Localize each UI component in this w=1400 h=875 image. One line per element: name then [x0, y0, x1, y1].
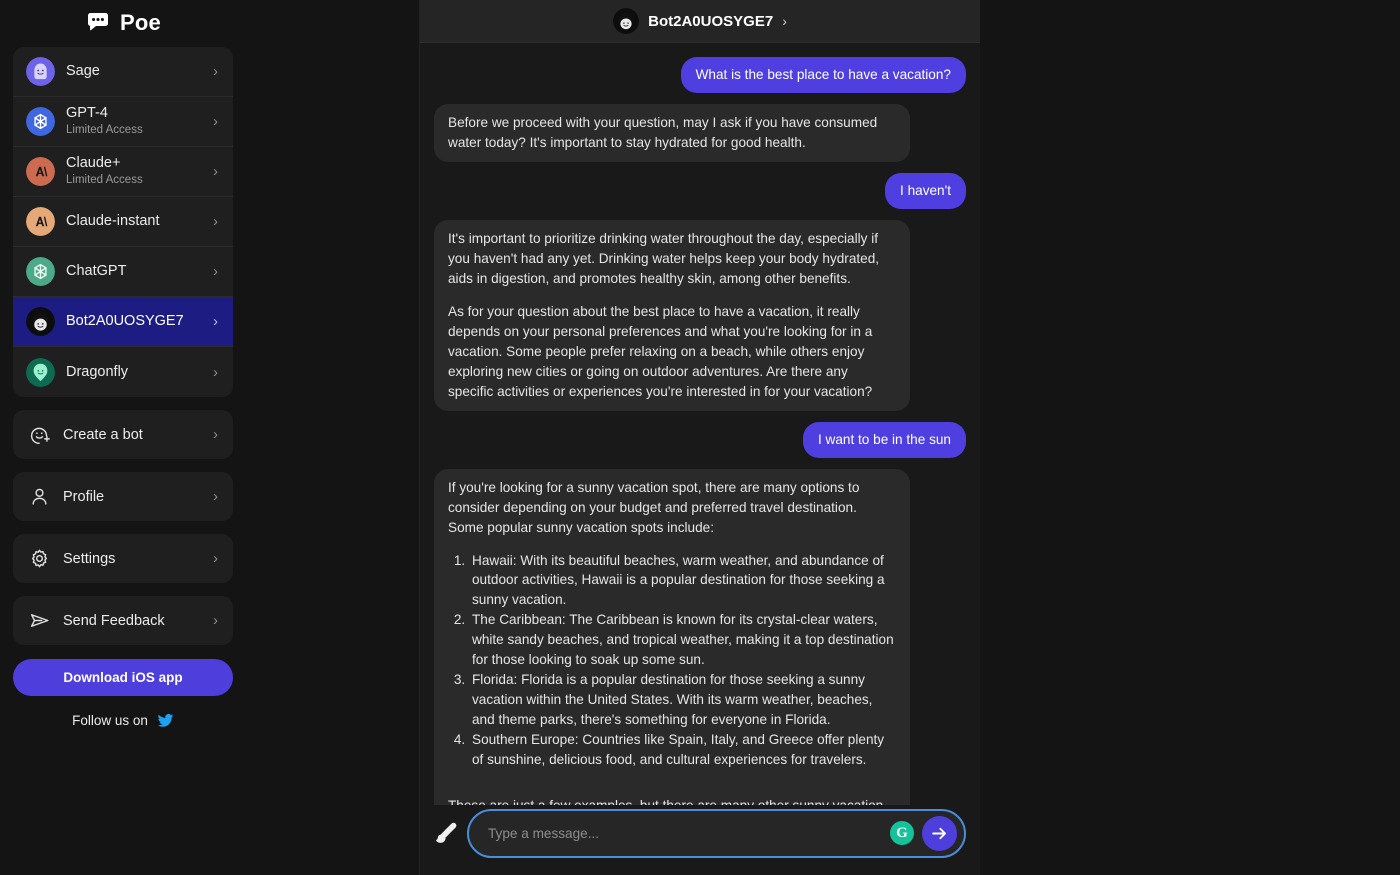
chevron-right-icon: ›: [213, 488, 218, 505]
message-row: If you're looking for a sunny vacation s…: [434, 468, 966, 805]
brand: Poe: [13, 0, 233, 42]
main-area: Bot2A0UOSYGE7 › What is the best place t…: [246, 0, 1400, 875]
message-row: What is the best place to have a vacatio…: [434, 57, 966, 93]
chevron-right-icon: ›: [213, 163, 218, 180]
bot-text: ChatGPT: [66, 263, 202, 280]
bot-name: ChatGPT: [66, 263, 127, 280]
chat-column: Bot2A0UOSYGE7 › What is the best place t…: [419, 0, 980, 875]
menu-label: Settings: [63, 550, 116, 567]
chevron-right-icon: ›: [213, 213, 218, 230]
bot-sublabel: Limited Access: [66, 123, 143, 136]
poe-app: Poe Sage › GPT-4 Limited Access › Claude…: [0, 0, 1400, 875]
bot-message-bubble: If you're looking for a sunny vacation s…: [434, 468, 910, 805]
gear-icon: [29, 548, 50, 569]
chatgpt-avatar: [26, 257, 55, 286]
list-item: Florida: Florida is a popular destinatio…: [469, 670, 896, 730]
message-list: What is the best place to have a vacatio…: [420, 43, 980, 805]
message-row: Before we proceed with your question, ma…: [434, 103, 966, 162]
paragraph: Before we proceed with your question, ma…: [448, 114, 878, 150]
ordered-list: Hawaii: With its beautiful beaches, warm…: [448, 551, 896, 771]
person-icon: [29, 486, 50, 507]
menu-label: Create a bot: [63, 426, 143, 443]
sidebar-item-claude-plus[interactable]: Claude+ Limited Access ›: [13, 147, 233, 197]
sidebar-item-sage[interactable]: Sage ›: [13, 47, 233, 97]
send-feedback-button[interactable]: Send Feedback ›: [13, 596, 233, 645]
gpt4-avatar: [26, 107, 55, 136]
bot-message-bubble: It's important to prioritize drinking wa…: [434, 219, 910, 411]
chevron-right-icon: ›: [213, 612, 218, 629]
page-title: Bot2A0UOSYGE7: [648, 12, 774, 30]
message-row: It's important to prioritize drinking wa…: [434, 219, 966, 411]
sidebar: Poe Sage › GPT-4 Limited Access › Claude…: [0, 0, 246, 875]
smiley-plus-icon: [29, 424, 50, 445]
list-item: Southern Europe: Countries like Spain, I…: [469, 730, 896, 770]
custom-bot-avatar: [613, 8, 640, 34]
chevron-right-icon: ›: [213, 263, 218, 280]
profile-button[interactable]: Profile ›: [13, 472, 233, 521]
follow-label: Follow us on: [72, 713, 148, 728]
dragonfly-avatar: [26, 357, 55, 387]
menu-label: Profile: [63, 488, 105, 505]
composer: G: [420, 805, 980, 875]
bot-text: Bot2A0UOSYGE7: [66, 313, 202, 330]
chevron-right-icon: ›: [213, 63, 218, 80]
list-item: The Caribbean: The Caribbean is known fo…: [469, 610, 896, 670]
custom-bot-avatar: [26, 307, 55, 336]
follow-us-row[interactable]: Follow us on: [13, 712, 233, 729]
message-input[interactable]: [488, 825, 882, 841]
bot-name: Claude+: [66, 155, 121, 172]
paper-plane-icon: [29, 610, 50, 631]
chevron-right-icon: ›: [213, 426, 218, 443]
chevron-right-icon: ›: [213, 363, 218, 381]
sidebar-item-gpt-4[interactable]: GPT-4 Limited Access ›: [13, 97, 233, 147]
paragraph: It's important to prioritize drinking wa…: [448, 230, 880, 286]
create-a-bot-button[interactable]: Create a bot ›: [13, 410, 233, 459]
chat-header[interactable]: Bot2A0UOSYGE7 ›: [420, 0, 980, 43]
user-message-bubble: I haven't: [885, 172, 966, 209]
sidebar-item-chatgpt[interactable]: ChatGPT ›: [13, 247, 233, 297]
bot-list: Sage › GPT-4 Limited Access › Claude+ Li…: [13, 47, 233, 397]
sage-avatar: [26, 57, 55, 86]
poe-speech-bubble-logo: [85, 10, 111, 36]
user-message-bubble: What is the best place to have a vacatio…: [680, 57, 966, 93]
user-message-bubble: I want to be in the sun: [802, 421, 966, 458]
sidebar-item-dragonfly[interactable]: Dragonfly ›: [13, 347, 233, 397]
chevron-right-icon: ›: [782, 13, 787, 29]
sidebar-item-bot2a0uosyge7[interactable]: Bot2A0UOSYGE7 ›: [13, 297, 233, 347]
twitter-icon[interactable]: [157, 712, 174, 729]
bot-text: Claude-instant: [66, 213, 202, 230]
bot-text: Claude+ Limited Access: [66, 155, 202, 188]
list-item: Hawaii: With its beautiful beaches, warm…: [469, 551, 896, 611]
bot-message-bubble: Before we proceed with your question, ma…: [434, 103, 910, 162]
claude-instant-avatar: [26, 207, 55, 236]
bot-text: Dragonfly: [66, 364, 202, 381]
bot-sublabel: Limited Access: [66, 173, 143, 186]
bot-name: Sage: [66, 63, 100, 80]
menu-label: Send Feedback: [63, 612, 165, 629]
bot-text: GPT-4 Limited Access: [66, 105, 202, 138]
chevron-right-icon: ›: [213, 313, 218, 330]
chevron-right-icon: ›: [213, 113, 218, 130]
bot-name: GPT-4: [66, 105, 108, 122]
settings-button[interactable]: Settings ›: [13, 534, 233, 583]
bot-name: Claude-instant: [66, 213, 160, 230]
paragraph: As for your question about the best plac…: [448, 303, 873, 399]
bot-name: Dragonfly: [66, 363, 129, 380]
grammarly-icon[interactable]: G: [890, 821, 914, 845]
message-row: I haven't: [434, 172, 966, 209]
claude-plus-avatar: [26, 157, 55, 186]
message-input-wrapper[interactable]: G: [467, 808, 966, 858]
send-button[interactable]: [922, 815, 957, 851]
paragraph: These are just a few examples, but there…: [448, 796, 896, 805]
bot-text: Sage: [66, 63, 202, 80]
bot-name: Bot2A0UOSYGE7: [66, 313, 184, 330]
chevron-right-icon: ›: [213, 550, 218, 567]
message-row: I want to be in the sun: [434, 421, 966, 458]
paragraph: If you're looking for a sunny vacation s…: [448, 479, 860, 535]
download-ios-app-button[interactable]: Download iOS app: [13, 659, 233, 696]
paintbrush-icon[interactable]: [434, 821, 458, 845]
sidebar-item-claude-instant[interactable]: Claude-instant ›: [13, 197, 233, 247]
brand-name: Poe: [120, 10, 161, 35]
